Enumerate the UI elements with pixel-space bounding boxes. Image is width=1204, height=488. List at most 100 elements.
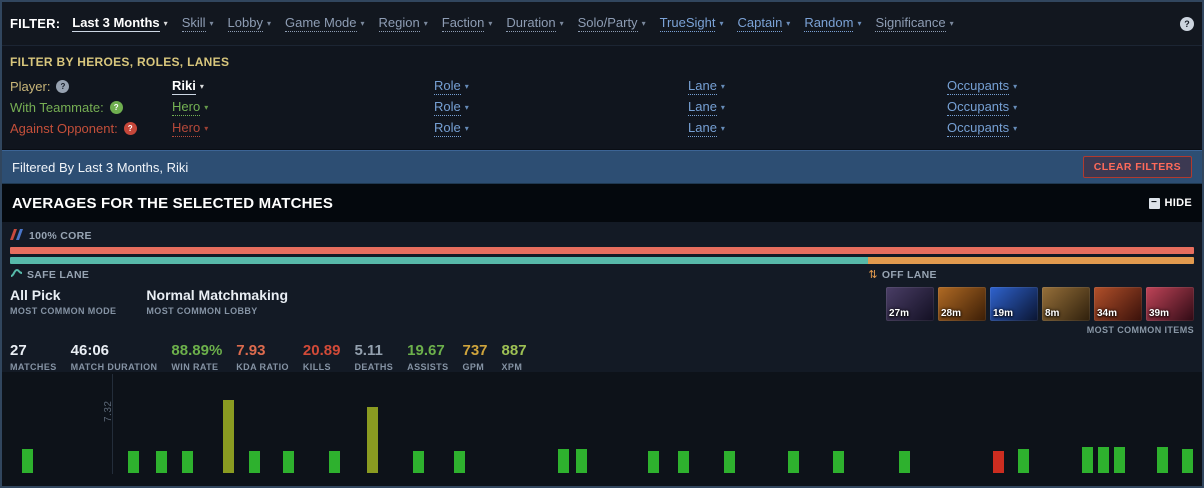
stat-value: 19.67 bbox=[407, 342, 445, 359]
filter-dropdown-solo-party-label: Solo/Party bbox=[577, 15, 638, 32]
match-bar[interactable] bbox=[576, 449, 587, 473]
stat-value: 887 bbox=[501, 342, 527, 359]
match-bar[interactable] bbox=[558, 449, 569, 473]
stat-label: WIN RATE bbox=[171, 362, 219, 372]
teammate-lane-dropdown[interactable]: Lane ▾ bbox=[688, 99, 725, 116]
filter-dropdown-captain[interactable]: Captain ▾ bbox=[737, 15, 790, 32]
match-bar[interactable] bbox=[413, 451, 424, 473]
stat-label: MATCH DURATION bbox=[70, 362, 158, 372]
chevron-down-icon: ▾ bbox=[209, 19, 214, 28]
match-bar[interactable] bbox=[329, 451, 340, 473]
match-bar[interactable] bbox=[1018, 449, 1029, 473]
match-bar[interactable] bbox=[833, 451, 844, 473]
minus-icon: − bbox=[1148, 197, 1160, 209]
item-purchase-time: 8m bbox=[1045, 308, 1060, 319]
hero-filter-rows: Player:? Riki ▾ Role ▾ Lane ▾ Occupants ▾ With Te… bbox=[10, 76, 1194, 139]
match-bar[interactable] bbox=[367, 407, 378, 473]
match-bar[interactable] bbox=[22, 449, 33, 473]
chevron-down-icon: ▾ bbox=[949, 19, 954, 28]
match-bar[interactable] bbox=[1182, 449, 1193, 473]
match-bar[interactable] bbox=[678, 451, 689, 473]
match-bar[interactable] bbox=[1157, 447, 1168, 473]
teammate-role-dropdown[interactable]: Role ▾ bbox=[434, 99, 469, 116]
match-bar[interactable] bbox=[223, 400, 234, 473]
player-help-icon[interactable]: ? bbox=[56, 80, 70, 93]
filter-dropdown-faction[interactable]: Faction ▾ bbox=[441, 15, 493, 32]
hide-button[interactable]: − HIDE bbox=[1148, 197, 1192, 209]
match-bar[interactable] bbox=[1082, 447, 1093, 473]
chevron-down-icon: ▾ bbox=[720, 82, 725, 91]
match-bar[interactable] bbox=[182, 451, 193, 473]
teammate-occupants-dropdown[interactable]: Occupants ▾ bbox=[947, 99, 1017, 116]
item-icon-1[interactable]: 27m bbox=[886, 287, 934, 321]
teammate-hero-dropdown[interactable]: Hero ▾ bbox=[172, 99, 208, 116]
common-label: MOST COMMON LOBBY bbox=[146, 306, 258, 316]
match-bar[interactable] bbox=[724, 451, 735, 473]
player-role-dropdown[interactable]: Role ▾ bbox=[434, 78, 469, 95]
item-icon-5[interactable]: 34m bbox=[1094, 287, 1142, 321]
opponent-hero-dropdown[interactable]: Hero ▾ bbox=[172, 120, 208, 137]
opponent-lane-dropdown[interactable]: Lane ▾ bbox=[688, 120, 725, 137]
match-bar[interactable] bbox=[128, 451, 139, 473]
opponent-role-dropdown[interactable]: Role ▾ bbox=[434, 120, 469, 137]
filter-dropdown-truesight[interactable]: TrueSight ▾ bbox=[659, 15, 723, 32]
chevron-down-icon: ▾ bbox=[204, 103, 209, 112]
filter-dropdown-last-3-months[interactable]: Last 3 Months ▾ bbox=[72, 15, 168, 32]
item-icon-6[interactable]: 39m bbox=[1146, 287, 1194, 321]
filter-dropdown-random[interactable]: Random ▾ bbox=[804, 15, 861, 32]
opponent-occupants-dropdown-label: Occupants bbox=[947, 120, 1010, 137]
core-percentage-bar bbox=[10, 247, 1194, 254]
teammate-lane-dropdown-label: Lane bbox=[688, 99, 717, 116]
opponent-help-icon[interactable]: ? bbox=[123, 122, 137, 135]
match-bar[interactable] bbox=[788, 451, 799, 473]
mid-row: All Pick MOST COMMON MODE Normal Matchmaki… bbox=[10, 287, 1194, 340]
player-label: Player: bbox=[10, 79, 51, 94]
player-hero-dropdown[interactable]: Riki ▾ bbox=[172, 78, 204, 95]
stat-matches: 27 MATCHES bbox=[10, 342, 57, 372]
match-bar[interactable] bbox=[283, 451, 294, 473]
stat-label: ASSISTS bbox=[407, 362, 449, 372]
teammate-help-icon[interactable]: ? bbox=[109, 101, 123, 114]
filter-dropdown-game-mode[interactable]: Game Mode ▾ bbox=[284, 15, 365, 32]
match-bar[interactable] bbox=[249, 451, 260, 473]
core-label: 100% CORE bbox=[29, 229, 92, 242]
opponent-occupants-dropdown[interactable]: Occupants ▾ bbox=[947, 120, 1017, 137]
item-icon-3[interactable]: 19m bbox=[990, 287, 1038, 321]
chevron-down-icon: ▾ bbox=[163, 19, 168, 28]
player-lane-dropdown-label: Lane bbox=[688, 78, 717, 95]
match-bar[interactable] bbox=[993, 451, 1004, 473]
stat-gpm: 737 GPM bbox=[462, 342, 487, 372]
filter-dropdown-lobby[interactable]: Lobby ▾ bbox=[227, 15, 271, 32]
match-bar[interactable] bbox=[1098, 447, 1109, 473]
filter-dropdown-captain-label: Captain bbox=[737, 15, 783, 32]
player-lane-dropdown[interactable]: Lane ▾ bbox=[688, 78, 725, 95]
filter-help-icon[interactable]: ? bbox=[1180, 16, 1194, 31]
filter-dropdown-duration[interactable]: Duration ▾ bbox=[506, 15, 564, 32]
match-bar[interactable] bbox=[899, 451, 910, 473]
match-bar[interactable] bbox=[156, 451, 167, 473]
chevron-down-icon: ▾ bbox=[488, 19, 493, 28]
hide-label: HIDE bbox=[1164, 197, 1192, 209]
match-bar[interactable] bbox=[454, 451, 465, 473]
match-bar[interactable] bbox=[648, 451, 659, 473]
filter-dropdown-skill[interactable]: Skill ▾ bbox=[181, 15, 214, 32]
hero-filter-row-opponent: Against Opponent:? Hero ▾ Role ▾ Lane ▾ Occupan… bbox=[10, 118, 1194, 139]
filter-dropdown-significance[interactable]: Significance ▾ bbox=[875, 15, 954, 32]
stat-kda-ratio: 7.93 KDA RATIO bbox=[236, 342, 289, 372]
item-purchase-time: 19m bbox=[993, 308, 1014, 319]
item-icon-4[interactable]: 8m bbox=[1042, 287, 1090, 321]
chevron-down-icon: ▾ bbox=[786, 19, 791, 28]
filter-dropdown-region[interactable]: Region ▾ bbox=[378, 15, 428, 32]
clear-filters-button[interactable]: CLEAR FILTERS bbox=[1082, 156, 1192, 178]
safe-lane-icon bbox=[10, 268, 23, 281]
core-row: 100% CORE bbox=[10, 228, 1194, 243]
stat-label: KDA RATIO bbox=[236, 362, 289, 372]
filter-dropdown-solo-party[interactable]: Solo/Party ▾ bbox=[577, 15, 646, 32]
hero-filter-row-player: Player:? Riki ▾ Role ▾ Lane ▾ Occupants ▾ bbox=[10, 76, 1194, 97]
chevron-down-icon: ▾ bbox=[720, 124, 725, 133]
chevron-down-icon: ▾ bbox=[464, 124, 469, 133]
filter-dropdown-lobby-label: Lobby bbox=[227, 15, 263, 32]
match-bar[interactable] bbox=[1114, 447, 1125, 473]
player-occupants-dropdown[interactable]: Occupants ▾ bbox=[947, 78, 1017, 95]
item-icon-2[interactable]: 28m bbox=[938, 287, 986, 321]
